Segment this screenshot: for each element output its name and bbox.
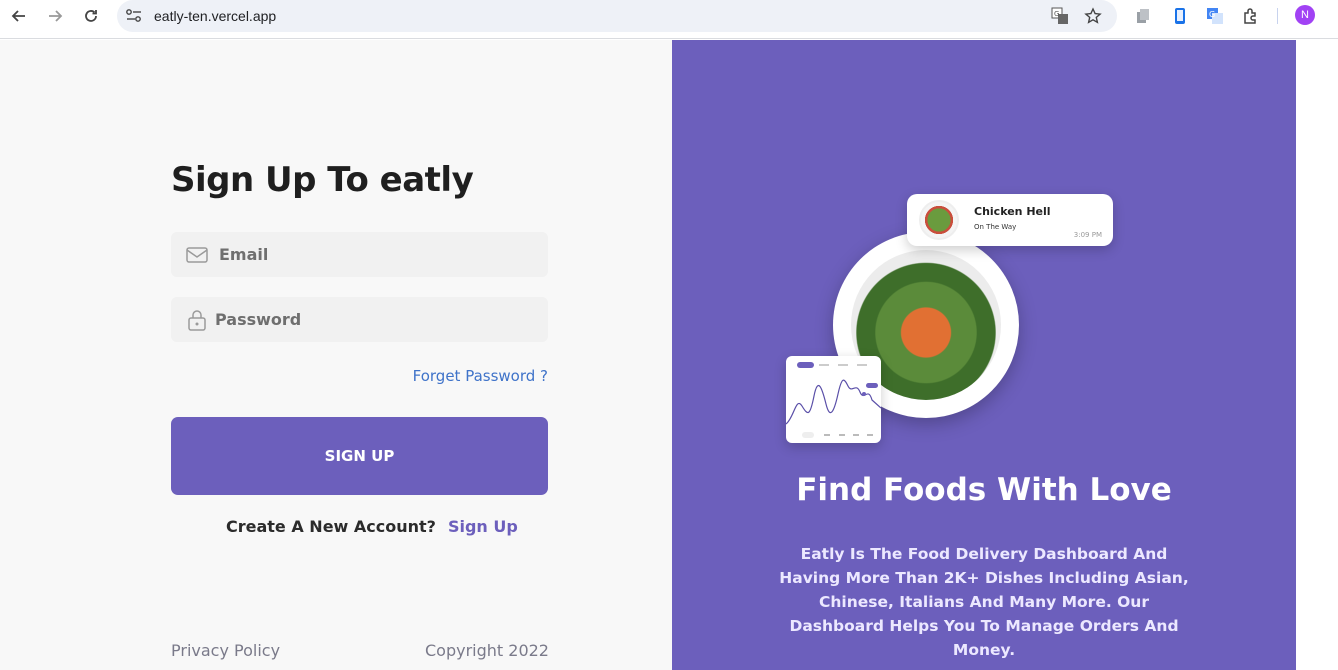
password-field[interactable]: Password xyxy=(171,297,548,342)
back-icon xyxy=(11,10,25,22)
create-account-text: Create A New Account? xyxy=(226,517,436,536)
site-info-icon[interactable] xyxy=(125,8,143,24)
copyright-text: Copyright 2022 xyxy=(425,641,549,660)
signup-panel xyxy=(0,40,672,670)
svg-text:G: G xyxy=(1209,10,1215,19)
mini-line-chart xyxy=(785,362,882,438)
mini-chart-card xyxy=(785,356,882,443)
email-placeholder: Email xyxy=(219,245,269,264)
privacy-policy-link[interactable]: Privacy Policy xyxy=(171,641,280,660)
toolbar-divider xyxy=(1277,8,1278,24)
email-field[interactable]: Email xyxy=(171,232,548,277)
svg-text:G: G xyxy=(1054,10,1059,18)
profile-avatar[interactable]: N xyxy=(1295,5,1315,25)
sign-up-link[interactable]: Sign Up xyxy=(448,517,518,536)
notification-title: Chicken Hell xyxy=(974,205,1051,218)
forget-password-link[interactable]: Forget Password ? xyxy=(413,367,548,385)
sign-up-button[interactable]: SIGN UP xyxy=(171,417,548,495)
reload-button[interactable] xyxy=(77,4,105,28)
puzzle-icon[interactable] xyxy=(1241,6,1261,26)
reload-icon xyxy=(85,10,97,22)
extension-icon[interactable] xyxy=(1170,6,1190,26)
back-button[interactable] xyxy=(5,4,33,28)
page-title: Sign Up To eatly xyxy=(171,160,474,200)
notification-time: 3:09 PM xyxy=(1073,231,1102,239)
extension-icon[interactable] xyxy=(1133,6,1153,26)
mail-icon xyxy=(186,247,208,263)
page-gutter xyxy=(1296,40,1338,670)
url-text: eatly-ten.vercel.app xyxy=(154,8,277,24)
notification-status: On The Way xyxy=(974,223,1017,231)
address-bar[interactable]: eatly-ten.vercel.app G xyxy=(117,0,1117,32)
browser-toolbar: eatly-ten.vercel.app G G N xyxy=(0,0,1338,39)
password-placeholder: Password xyxy=(215,310,302,329)
google-translate-icon[interactable]: G xyxy=(1205,6,1225,26)
page: Sign Up To eatly Email Password Forget P… xyxy=(0,40,1338,670)
create-account-row: Create A New Account? Sign Up xyxy=(226,517,518,536)
translate-icon[interactable]: G xyxy=(1050,6,1070,26)
bookmark-star-icon[interactable] xyxy=(1083,6,1103,26)
dish-thumbnail xyxy=(919,200,959,240)
promo-heading: Find Foods With Love xyxy=(796,472,1172,508)
lock-icon xyxy=(188,310,206,331)
order-notification-card: Chicken Hell On The Way 3:09 PM xyxy=(907,194,1113,246)
forward-icon xyxy=(49,10,63,22)
promo-description: Eatly Is The Food Delivery Dashboard And… xyxy=(779,545,1189,659)
forward-button[interactable] xyxy=(41,4,69,28)
